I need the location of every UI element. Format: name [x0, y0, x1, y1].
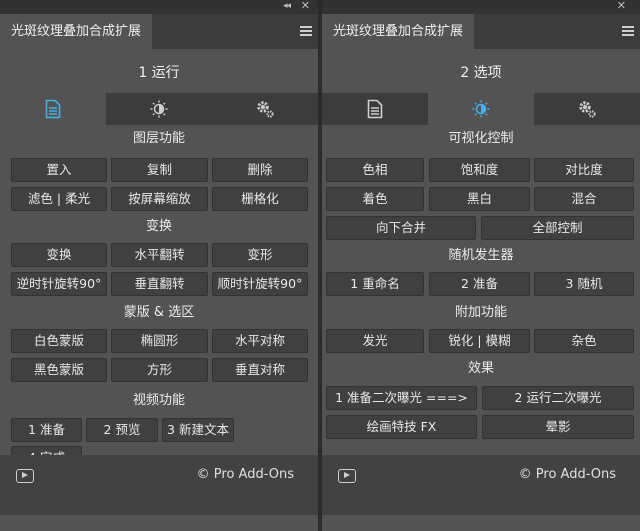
randomize-button[interactable]: 3 随机 [534, 272, 634, 296]
copyright-link[interactable]: © Pro Add-Ons [519, 467, 616, 482]
glow-button[interactable]: 发光 [326, 329, 424, 353]
rasterize-button[interactable]: 栅格化 [212, 187, 308, 211]
section-layer: 图层功能 [132, 131, 185, 146]
noise-button[interactable]: 杂色 [534, 329, 634, 353]
close-icon[interactable]: ✕ [617, 0, 626, 12]
collapse-icon[interactable]: ◂◂ [283, 1, 291, 11]
video-new-text-button[interactable]: 3 新建文本 [162, 418, 234, 442]
panel-tab-title[interactable]: 光斑纹理叠加合成扩展 [0, 14, 152, 49]
prepare-button[interactable]: 2 准备 [429, 272, 530, 296]
rectangle-button[interactable]: 方形 [111, 358, 208, 382]
rotate-cw-button[interactable]: 顺时针旋转90° [212, 272, 308, 296]
duplicate-button[interactable]: 复制 [111, 158, 208, 182]
brightness-icon [150, 100, 168, 118]
left-panel: ◂◂ ✕ 光斑纹理叠加合成扩展 1 运行 图层功能 置入 复制 删除 滤色 | … [0, 0, 318, 531]
section-random-generator: 随机发生器 [448, 248, 514, 263]
rename-button[interactable]: 1 重命名 [326, 272, 424, 296]
black-white-button[interactable]: 黑白 [429, 187, 530, 211]
youtube-icon[interactable] [16, 469, 34, 483]
symmetry-vertical-button[interactable]: 垂直对称 [212, 358, 308, 382]
section-video: 视频功能 [132, 393, 185, 408]
symmetry-horizontal-button[interactable]: 水平对称 [212, 329, 308, 353]
run-button[interactable]: 1 运行 [0, 55, 318, 91]
filter-soft-button[interactable]: 滤色 | 柔光 [11, 187, 107, 211]
prepare-double-exposure-button[interactable]: 1 准备二次曝光 ===> [326, 386, 477, 410]
flip-vertical-button[interactable]: 垂直翻转 [111, 272, 208, 296]
saturation-button[interactable]: 饱和度 [429, 158, 530, 182]
section-effects: 效果 [467, 361, 494, 376]
video-complete-button[interactable]: 4 完成 [11, 446, 82, 455]
warp-button[interactable]: 变形 [212, 243, 308, 267]
fit-screen-button[interactable]: 按屏幕缩放 [111, 187, 208, 211]
video-prepare-button[interactable]: 1 准备 [11, 418, 82, 442]
black-mask-button[interactable]: 黑色蒙版 [11, 358, 107, 382]
section-transform: 变换 [145, 219, 172, 234]
tab-settings[interactable] [212, 93, 318, 125]
settings-gear-icon [257, 101, 274, 118]
panel-titlebar: 光斑纹理叠加合成扩展 [322, 14, 640, 49]
panel-bottom [322, 515, 640, 531]
panel-titlebar: 光斑纹理叠加合成扩展 [0, 14, 318, 49]
brightness-icon [472, 100, 490, 118]
menu-icon[interactable] [300, 26, 312, 36]
section-visual-control: 可视化控制 [448, 131, 514, 146]
right-panel: ✕ 光斑纹理叠加合成扩展 2 选项 可视化控制 色相 饱和度 对比度 着色 黑白… [322, 0, 640, 531]
ellipse-button[interactable]: 椭圆形 [111, 329, 208, 353]
tab-brightness[interactable] [106, 93, 212, 125]
rotate-ccw-button[interactable]: 逆时针旋转90° [11, 272, 107, 296]
document-icon [45, 99, 61, 119]
place-button[interactable]: 置入 [11, 158, 107, 182]
options-button[interactable]: 2 选项 [322, 55, 640, 91]
delete-button[interactable]: 删除 [212, 158, 308, 182]
panel-footer: © Pro Add-Ons [0, 455, 318, 515]
white-mask-button[interactable]: 白色蒙版 [11, 329, 107, 353]
panel-topbar: ◂◂ ✕ [0, 0, 318, 14]
tab-content: 可视化控制 色相 饱和度 对比度 着色 黑白 混合 向下合并 全部控制 随机发生… [322, 125, 640, 455]
paint-fx-button[interactable]: 绘画特技 FX [326, 415, 477, 439]
document-icon [367, 99, 383, 119]
panel-footer: © Pro Add-Ons [322, 455, 640, 515]
panel-tab-title[interactable]: 光斑纹理叠加合成扩展 [322, 14, 474, 49]
tab-document[interactable] [0, 93, 106, 125]
icon-tabs [322, 93, 640, 125]
colorize-button[interactable]: 着色 [326, 187, 424, 211]
sharpen-blur-button[interactable]: 锐化 | 模糊 [429, 329, 530, 353]
tab-settings[interactable] [534, 93, 640, 125]
settings-gear-icon [579, 101, 596, 118]
panel-bottom [0, 515, 318, 531]
vignette-button[interactable]: 晕影 [482, 415, 634, 439]
tab-content: 图层功能 置入 复制 删除 滤色 | 柔光 按屏幕缩放 栅格化 变换 变换 水平… [0, 125, 318, 455]
tab-document[interactable] [322, 93, 428, 125]
copyright-link[interactable]: © Pro Add-Ons [197, 467, 294, 482]
icon-tabs [0, 93, 318, 125]
run-double-exposure-button[interactable]: 2 运行二次曝光 [482, 386, 634, 410]
youtube-icon[interactable] [338, 469, 356, 483]
menu-icon[interactable] [622, 26, 634, 36]
transform-button[interactable]: 变换 [11, 243, 107, 267]
hue-button[interactable]: 色相 [326, 158, 424, 182]
section-extra-functions: 附加功能 [454, 305, 507, 320]
merge-down-button[interactable]: 向下合并 [326, 216, 476, 240]
video-preview-button[interactable]: 2 预览 [86, 418, 158, 442]
panel-topbar: ✕ [322, 0, 640, 14]
control-all-button[interactable]: 全部控制 [481, 216, 634, 240]
close-icon[interactable]: ✕ [301, 0, 310, 12]
mix-button[interactable]: 混合 [534, 187, 634, 211]
contrast-button[interactable]: 对比度 [534, 158, 634, 182]
section-mask: 蒙版 & 选区 [123, 305, 195, 320]
flip-horizontal-button[interactable]: 水平翻转 [111, 243, 208, 267]
tab-brightness[interactable] [428, 93, 534, 125]
